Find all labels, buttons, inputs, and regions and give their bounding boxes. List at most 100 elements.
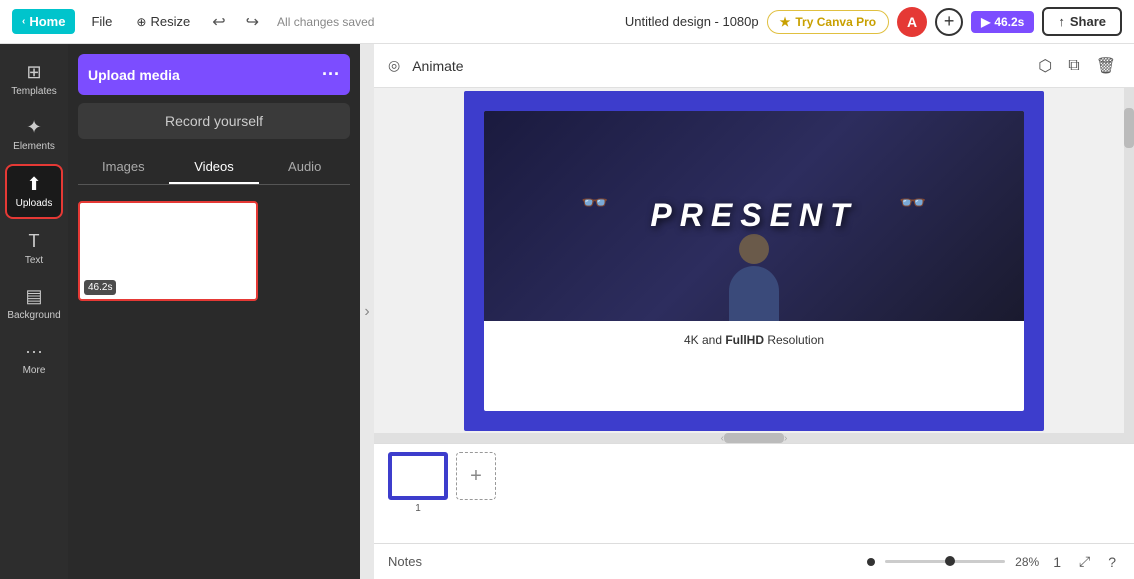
page-number: 1 — [1053, 554, 1061, 570]
canvas-toolbar: ◎ Animate ⬡ ⧉ 🗑 — [374, 44, 1134, 88]
external-link-icon-button[interactable]: ⬡ — [1034, 52, 1056, 80]
upload-media-label: Upload media — [88, 67, 180, 83]
sidebar-item-text[interactable]: T Text — [5, 223, 63, 274]
resize-button[interactable]: ⊕ Resize — [128, 10, 198, 33]
delete-icon-button[interactable]: 🗑 — [1092, 52, 1120, 80]
templates-icon: ⊞ — [26, 62, 41, 83]
sidebar-item-label: Uploads — [16, 198, 53, 209]
tab-audio-label: Audio — [288, 159, 321, 174]
timeline-area: 1 + — [374, 443, 1134, 543]
avatar-button[interactable]: A — [897, 7, 927, 37]
sidebar-item-label: Templates — [11, 86, 57, 97]
home-button[interactable]: ‹ Home — [12, 9, 75, 34]
notes-dot — [867, 558, 875, 566]
sidebar-item-templates[interactable]: ⊞ Templates — [5, 54, 63, 105]
zoom-slider[interactable] — [885, 560, 1005, 563]
try-canva-pro-button[interactable]: ★ Try Canva Pro — [767, 10, 889, 34]
sidebar-item-uploads[interactable]: ⬆ Uploads — [5, 164, 63, 219]
media-tabs: Images Videos Audio — [78, 151, 350, 185]
sidebar-item-elements[interactable]: ✦ Elements — [5, 109, 63, 160]
canvas-content: 👓 👓 PRESENT 4K and FullHD Resolution — [464, 91, 1044, 431]
tab-audio[interactable]: Audio — [259, 151, 350, 184]
add-slide-icon: + — [470, 465, 482, 488]
horizontal-scrollbar[interactable]: ‹ › — [374, 433, 1134, 443]
notes-bar: Notes 28% 1 ⤢ ? — [374, 543, 1134, 579]
background-icon: ▤ — [25, 286, 42, 307]
record-yourself-button[interactable]: Record yourself — [78, 103, 350, 139]
design-title: Untitled design - 1080p — [625, 14, 759, 29]
sidebar-item-label: Text — [25, 255, 43, 266]
redo-button[interactable]: ↪ — [240, 8, 265, 36]
sidebar-item-label: Elements — [13, 141, 55, 152]
sidebar-item-more[interactable]: ··· More — [5, 333, 63, 384]
chevron-left-icon: › — [364, 303, 369, 321]
present-text: PRESENT — [650, 197, 857, 234]
top-nav: ‹ Home File ⊕ Resize ↩ ↪ All changes sav… — [0, 0, 1134, 44]
avatar-initial: A — [907, 14, 917, 30]
timer-button[interactable]: ▶ 46.2s — [971, 11, 1034, 33]
sidebar-item-background[interactable]: ▤ Background — [5, 278, 63, 329]
upload-options-icon: ··· — [322, 64, 340, 85]
glasses-left-icon: 👓 — [581, 190, 608, 216]
notes-label: Notes — [388, 554, 422, 569]
slide-thumbnail-container: 1 — [388, 452, 448, 514]
panel-collapse-button[interactable]: › — [360, 44, 374, 579]
canvas-area: ◎ Animate ⬡ ⧉ 🗑 — [374, 44, 1134, 579]
add-slide-button[interactable]: + — [456, 452, 496, 500]
slide-image-area: 👓 👓 PRESENT — [484, 111, 1024, 321]
slide-caption-text: 4K and FullHD Resolution — [684, 333, 824, 347]
page-number-button[interactable]: 1 — [1049, 552, 1065, 572]
tab-images-label: Images — [102, 159, 145, 174]
person-body — [729, 266, 779, 321]
tab-videos[interactable]: Videos — [169, 151, 260, 184]
zoom-slider-thumb[interactable] — [945, 556, 955, 566]
undo-button[interactable]: ↩ — [206, 8, 231, 36]
tab-videos-label: Videos — [194, 159, 234, 174]
sidebar-item-label: More — [23, 365, 46, 376]
timer-value: 46.2s — [994, 15, 1024, 29]
chevron-left-icon: ‹ — [22, 16, 25, 27]
vertical-scrollbar[interactable] — [1124, 88, 1134, 433]
horizontal-scroll-thumb[interactable] — [724, 433, 784, 443]
person-silhouette — [729, 234, 779, 321]
vertical-scroll-thumb[interactable] — [1124, 108, 1134, 148]
share-button[interactable]: ↑ Share — [1042, 7, 1122, 36]
resize-icon: ⊕ — [136, 15, 146, 29]
sidebar-item-label: Background — [7, 310, 60, 321]
zoom-level: 28% — [1015, 555, 1039, 569]
uploads-icon: ⬆ — [26, 174, 41, 195]
canvas-toolbar-right: ⬡ ⧉ 🗑 — [1034, 52, 1120, 80]
share-label: Share — [1070, 14, 1106, 29]
slide-caption: 4K and FullHD Resolution — [672, 321, 836, 359]
star-icon: ★ — [780, 15, 791, 29]
slide-number: 1 — [415, 503, 421, 514]
animate-icon: ◎ — [388, 57, 400, 74]
help-button[interactable]: ? — [1104, 552, 1120, 572]
file-button[interactable]: File — [83, 10, 120, 33]
home-label: Home — [29, 14, 65, 29]
sidebar-icons: ⊞ Templates ✦ Elements ⬆ Uploads T Text … — [0, 44, 68, 579]
person-head — [739, 234, 769, 264]
media-thumbnail[interactable]: 46.2s — [78, 201, 258, 301]
tab-images[interactable]: Images — [78, 151, 169, 184]
slide-inner: 👓 👓 PRESENT 4K and FullHD Resolution — [484, 111, 1024, 411]
upload-media-button[interactable]: Upload media ··· — [78, 54, 350, 95]
add-button[interactable]: + — [935, 8, 963, 36]
resize-label: Resize — [150, 14, 190, 29]
scroll-arrow-right[interactable]: › — [784, 433, 787, 444]
canvas-scroll-area[interactable]: 👓 👓 PRESENT 4K and FullHD Resolution — [374, 88, 1134, 433]
media-grid: 46.2s — [78, 193, 350, 301]
fullscreen-button[interactable]: ⤢ — [1075, 551, 1094, 572]
animate-label: Animate — [412, 58, 463, 74]
text-icon: T — [29, 231, 40, 252]
share-icon: ↑ — [1058, 14, 1065, 29]
slide-thumb-inner — [392, 456, 444, 496]
copy-icon-button[interactable]: ⧉ — [1064, 52, 1083, 80]
more-icon: ··· — [25, 341, 43, 362]
file-label: File — [91, 14, 112, 29]
slide-thumbnail[interactable] — [388, 452, 448, 500]
media-duration-badge: 46.2s — [84, 280, 116, 295]
record-yourself-label: Record yourself — [165, 113, 263, 129]
try-canva-label: Try Canva Pro — [795, 15, 876, 29]
glasses-right-icon: 👓 — [899, 190, 926, 216]
